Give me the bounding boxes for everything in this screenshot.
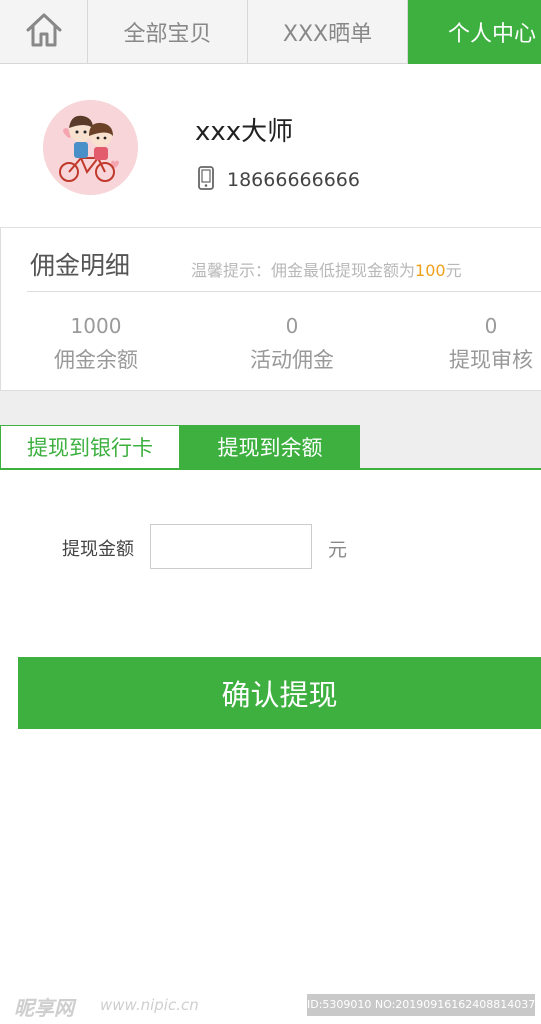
amount-input[interactable]	[150, 524, 312, 569]
tip-amount: 100	[415, 261, 446, 280]
home-icon	[23, 9, 65, 55]
tip-suffix: 元	[445, 261, 462, 280]
profile-section: xxx大师 18666666666	[0, 64, 541, 227]
phone-icon	[197, 166, 215, 194]
stat-commission-balance: 1000 佣金余额	[21, 312, 171, 374]
tab-showcase[interactable]: XXX晒单	[248, 0, 408, 64]
phone-number: 18666666666	[227, 169, 360, 191]
amount-label: 提现金额	[62, 539, 134, 560]
stat-value: 1000	[70, 314, 122, 338]
stat-withdraw-review: 0 提现审核	[416, 312, 541, 374]
stat-activity-commission: 0 活动佣金	[217, 312, 367, 374]
tab-withdraw-to-bank[interactable]: 提现到银行卡	[0, 425, 180, 468]
stat-value: 0	[484, 314, 498, 338]
tab-all-products[interactable]: 全部宝贝	[88, 0, 248, 64]
watermark-logo: 昵享网	[14, 996, 74, 1020]
user-name: xxx大师	[195, 117, 294, 147]
commission-card: 佣金明细 温馨提示：佣金最低提现金额为100元 1000 佣金余额 0 活动佣金…	[0, 227, 541, 391]
top-nav: 全部宝贝 XXX晒单 个人中心	[0, 0, 541, 64]
tip-prefix: 温馨提示：佣金最低提现金额为	[191, 261, 416, 280]
confirm-withdraw-button[interactable]: 确认提现	[18, 657, 541, 729]
commission-title: 佣金明细	[30, 251, 131, 280]
watermark-footer: 昵享网 www.nipic.cn ID:5309010 NO:201909161…	[0, 986, 541, 1024]
divider	[27, 291, 541, 292]
watermark-url: www.nipic.cn	[100, 996, 199, 1014]
tab-underline	[0, 468, 541, 470]
home-button[interactable]	[0, 0, 88, 64]
tab-withdraw-to-balance[interactable]: 提现到余额	[180, 425, 360, 468]
withdraw-tip: 温馨提示：佣金最低提现金额为100元	[191, 257, 462, 281]
tab-personal-center[interactable]: 个人中心	[408, 0, 541, 64]
stat-label: 佣金余额	[54, 348, 138, 372]
stat-value: 0	[285, 314, 299, 338]
stat-label: 提现审核	[449, 348, 533, 372]
watermark-id: ID:5309010 NO:20190916162408814037	[307, 994, 535, 1016]
avatar[interactable]	[43, 100, 138, 195]
amount-unit: 元	[328, 539, 348, 561]
withdraw-tab-bar: 提现到银行卡 提现到余额	[0, 391, 541, 470]
stat-label: 活动佣金	[250, 348, 334, 372]
phone-row: 18666666666	[197, 166, 360, 194]
